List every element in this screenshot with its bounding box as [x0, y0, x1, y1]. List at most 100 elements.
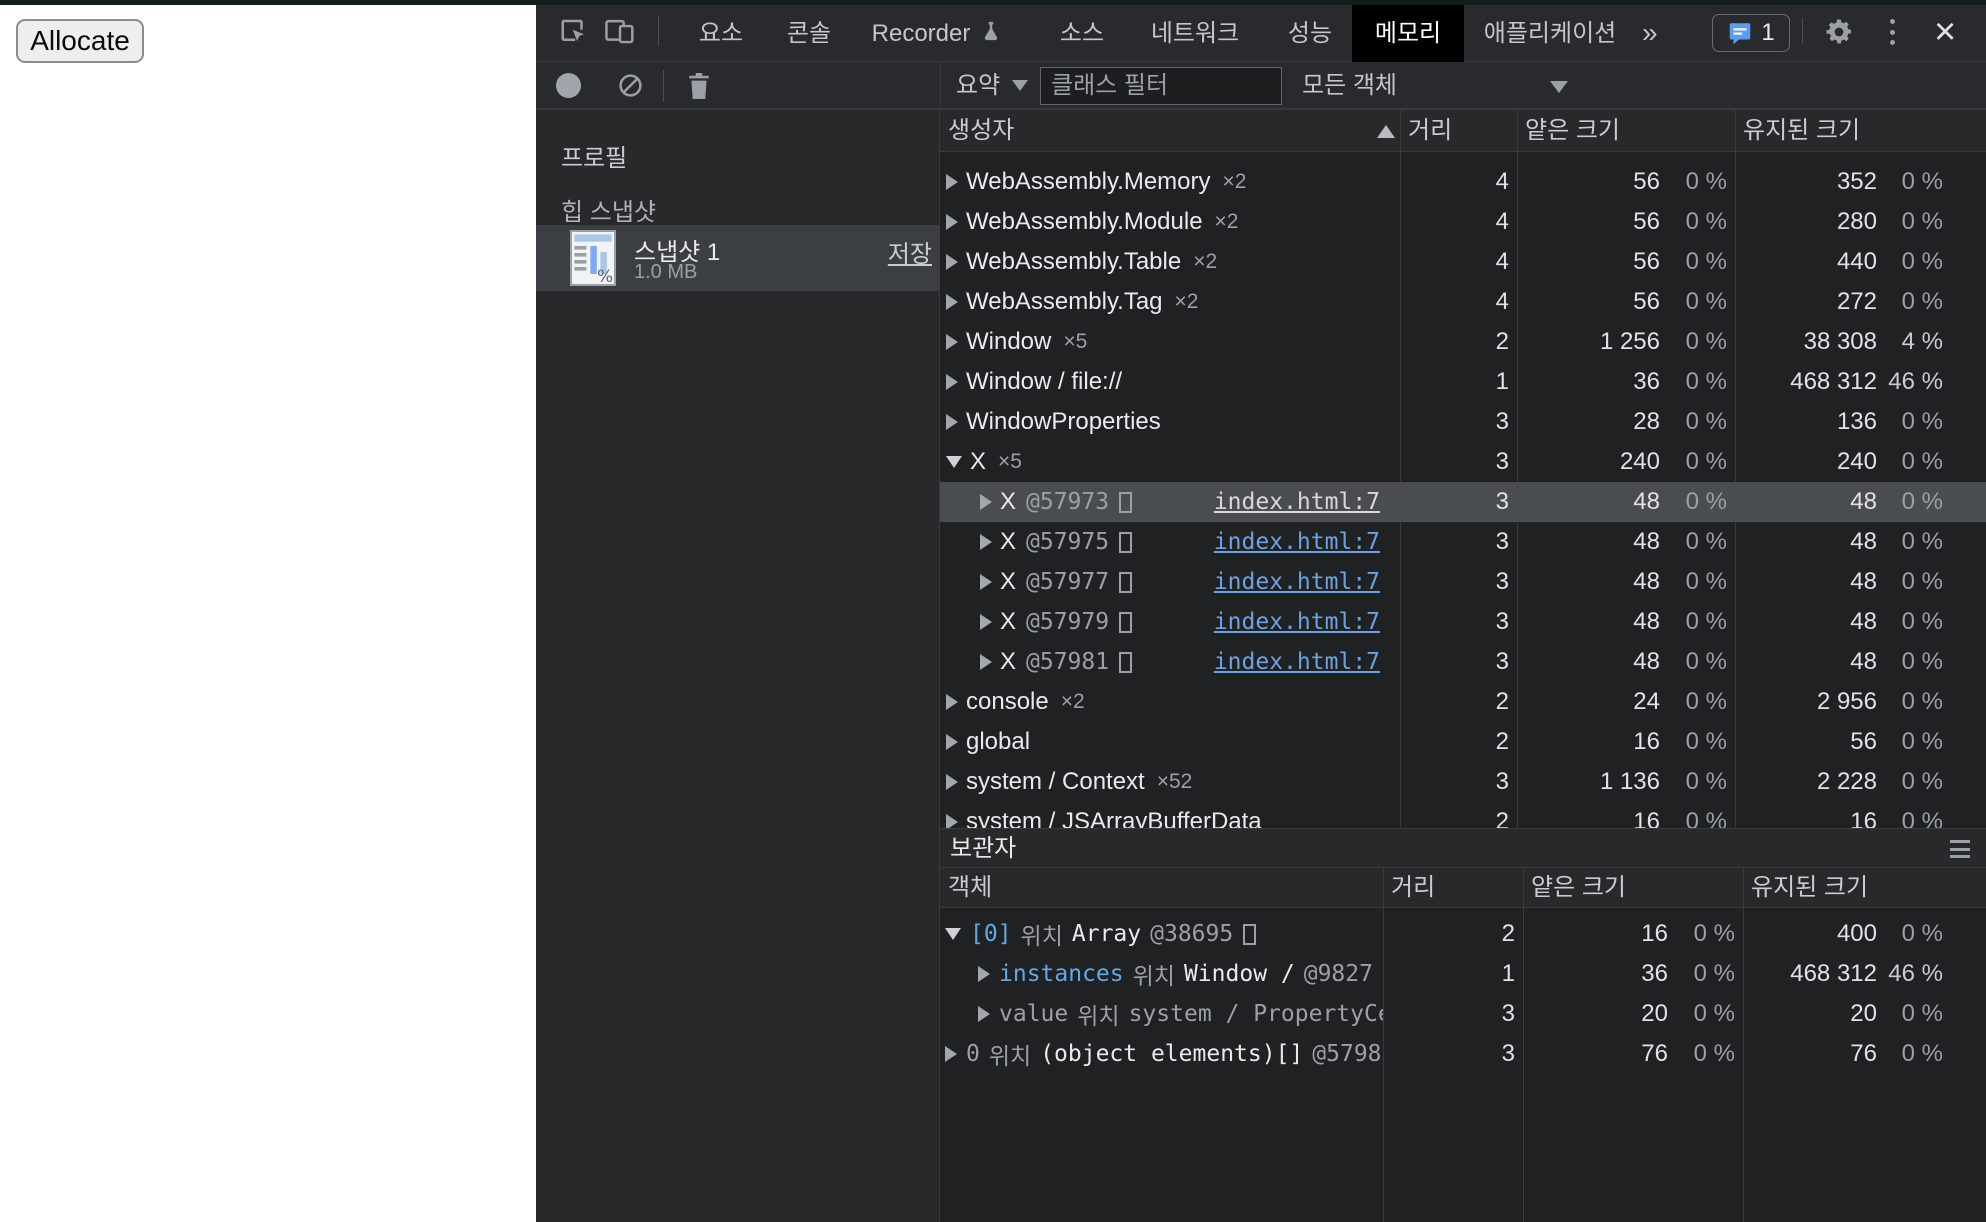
constructor-name: Window / file:// — [966, 368, 1122, 396]
expand-arrow-icon[interactable] — [980, 654, 992, 670]
trash-icon[interactable] — [686, 71, 712, 101]
tab-콘솔[interactable]: 콘솔 — [773, 5, 845, 62]
more-tabs-chevron[interactable]: » — [1642, 5, 1658, 62]
expand-arrow-icon[interactable] — [980, 494, 992, 510]
table-row[interactable]: system / Context×5231 1360 %2 2280 % — [940, 762, 1986, 802]
value: 48 — [1735, 568, 1877, 596]
column-header-shallow-size[interactable]: 얕은 크기 — [1531, 868, 1626, 908]
expand-arrow-icon[interactable] — [978, 966, 990, 982]
save-snapshot-link[interactable]: 저장 — [888, 234, 932, 269]
collapse-arrow-icon[interactable] — [945, 928, 961, 940]
hamburger-menu-icon[interactable] — [1950, 840, 1970, 858]
tab-Recorder[interactable]: Recorder — [862, 5, 1012, 62]
record-heap-snapshot-icon[interactable] — [556, 73, 581, 98]
class-filter-input[interactable] — [1040, 67, 1282, 105]
expand-arrow-icon[interactable] — [978, 1006, 990, 1022]
shallow-size-cell: 560 % — [1517, 242, 1735, 282]
expand-arrow-icon[interactable] — [980, 574, 992, 590]
retained-size-cell: 38 3084 % — [1735, 322, 1986, 362]
expand-arrow-icon[interactable] — [946, 214, 958, 230]
chevron-down-icon[interactable] — [1550, 81, 1568, 93]
expand-arrow-icon[interactable] — [946, 294, 958, 310]
table-row[interactable]: X@57973index.html:73480 %480 % — [940, 482, 1986, 522]
clear-profiles-icon[interactable] — [618, 73, 643, 98]
retained-size-cell: 2 9560 % — [1735, 682, 1986, 722]
source-link[interactable]: index.html:7 — [1214, 529, 1380, 555]
table-row[interactable]: WebAssembly.Memory×24560 %3520 % — [940, 162, 1986, 202]
perspective-select[interactable]: 요약 — [956, 62, 1028, 110]
retained-size-cell: 2800 % — [1735, 202, 1986, 242]
retainer-part: @38695 — [1150, 921, 1233, 947]
expand-arrow-icon[interactable] — [946, 374, 958, 390]
close-icon[interactable]: × — [1934, 5, 1956, 62]
expand-arrow-icon[interactable] — [946, 734, 958, 750]
expand-arrow-icon[interactable] — [946, 414, 958, 430]
percent: 0 % — [1668, 960, 1735, 988]
table-row[interactable]: value위치system / PropertyCell3200 %200 % — [940, 994, 1986, 1034]
column-header-retained-size[interactable]: 유지된 크기 — [1743, 110, 1860, 152]
allocate-button[interactable]: Allocate — [16, 19, 144, 63]
table-row[interactable]: X@57975index.html:73480 %480 % — [940, 522, 1986, 562]
table-row[interactable]: X@57977index.html:73480 %480 % — [940, 562, 1986, 602]
table-row[interactable]: 0위치(object elements)[]@579833760 %760 % — [940, 1034, 1986, 1074]
expand-arrow-icon[interactable] — [980, 534, 992, 550]
table-row[interactable]: console×22240 %2 9560 % — [940, 682, 1986, 722]
expand-arrow-icon[interactable] — [980, 614, 992, 630]
tab-성능[interactable]: 성능 — [1272, 5, 1348, 62]
expand-arrow-icon[interactable] — [946, 814, 958, 828]
table-row[interactable]: X@57979index.html:73480 %480 % — [940, 602, 1986, 642]
tab-소스[interactable]: 소스 — [1044, 5, 1120, 62]
table-row[interactable]: system / JSArrayBufferData2160 %160 % — [940, 802, 1986, 828]
issues-badge[interactable]: 1 — [1712, 14, 1790, 52]
tab-label: 메모리 — [1375, 20, 1441, 47]
table-row[interactable]: WebAssembly.Module×24560 %2800 % — [940, 202, 1986, 242]
table-row[interactable]: WindowProperties3280 %1360 % — [940, 402, 1986, 442]
expand-arrow-icon[interactable] — [946, 174, 958, 190]
expand-arrow-icon[interactable] — [945, 1046, 957, 1062]
snapshot-item[interactable]: % 스냅샷 1 1.0 MB 저장 — [536, 225, 940, 291]
column-header-constructor[interactable]: 생성자 — [948, 110, 1014, 152]
retainers-title: 보관자 — [950, 829, 1016, 869]
gear-icon[interactable] — [1824, 17, 1854, 47]
source-link[interactable]: index.html:7 — [1214, 609, 1380, 635]
expand-arrow-icon[interactable] — [946, 774, 958, 790]
table-row[interactable]: Window×521 2560 %38 3084 % — [940, 322, 1986, 362]
table-row[interactable]: global2160 %560 % — [940, 722, 1986, 762]
column-header-shallow-size[interactable]: 얕은 크기 — [1525, 110, 1620, 152]
column-header-distance[interactable]: 거리 — [1408, 110, 1452, 152]
expand-arrow-icon[interactable] — [946, 334, 958, 350]
constructor-name: WebAssembly.Module — [966, 208, 1203, 236]
source-link[interactable]: index.html:7 — [1214, 569, 1380, 595]
constructor-name: WindowProperties — [966, 408, 1161, 436]
distance-cell: 4 — [1400, 202, 1517, 242]
device-toolbar-icon[interactable] — [604, 16, 636, 46]
tab-애플리케이션[interactable]: 애플리케이션 — [1480, 5, 1620, 62]
expand-arrow-icon[interactable] — [946, 694, 958, 710]
table-row[interactable]: WebAssembly.Tag×24560 %2720 % — [940, 282, 1986, 322]
table-row[interactable]: Window / file://1360 %468 31246 % — [940, 362, 1986, 402]
value: 16 — [1517, 728, 1660, 756]
source-link[interactable]: index.html:7 — [1214, 489, 1380, 515]
percent: 0 % — [1877, 1040, 1943, 1068]
retained-size-cell: 480 % — [1735, 602, 1986, 642]
table-row[interactable]: X@57981index.html:73480 %480 % — [940, 642, 1986, 682]
tab-요소[interactable]: 요소 — [686, 5, 756, 62]
source-link[interactable]: index.html:7 — [1214, 649, 1380, 675]
column-header-object[interactable]: 객체 — [948, 868, 992, 908]
sort-ascending-icon[interactable] — [1377, 125, 1395, 138]
kebab-menu-icon[interactable] — [1888, 19, 1896, 45]
table-row[interactable]: instances위치Window /@98271360 %468 31246 … — [940, 954, 1986, 994]
inspect-icon[interactable] — [558, 16, 590, 46]
table-row[interactable]: [0]위치Array@386952160 %4000 % — [940, 914, 1986, 954]
column-header-distance[interactable]: 거리 — [1391, 868, 1435, 908]
tab-메모리[interactable]: 메모리 — [1352, 5, 1464, 62]
tab-네트워크[interactable]: 네트워크 — [1140, 5, 1250, 62]
value: 48 — [1735, 488, 1877, 516]
value: 56 — [1735, 728, 1877, 756]
collapse-arrow-icon[interactable] — [946, 456, 962, 468]
expand-arrow-icon[interactable] — [946, 254, 958, 270]
table-row[interactable]: WebAssembly.Table×24560 %4400 % — [940, 242, 1986, 282]
table-row[interactable]: X×532400 %2400 % — [940, 442, 1986, 482]
column-header-retained-size[interactable]: 유지된 크기 — [1751, 868, 1868, 908]
percent: 0 % — [1877, 448, 1943, 476]
